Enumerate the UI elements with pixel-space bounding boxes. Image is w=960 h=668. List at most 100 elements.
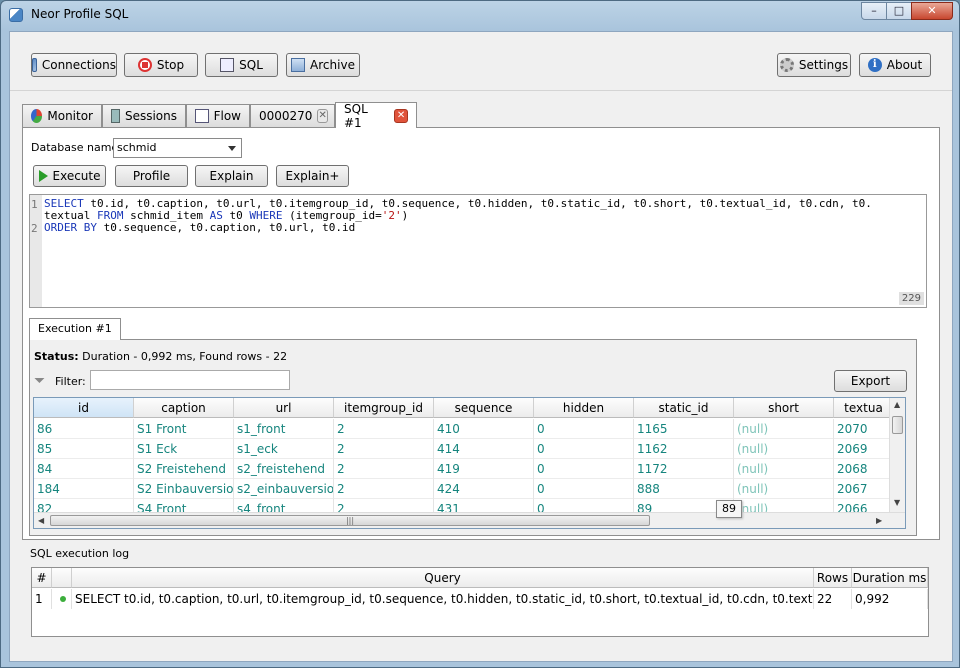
tab-session-0000270[interactable]: 0000270 ✕	[250, 104, 335, 127]
tab-sql-1[interactable]: SQL #1 ✕	[335, 102, 417, 130]
log-column-header[interactable]: #	[32, 568, 52, 588]
grid-cell[interactable]: (null)	[734, 459, 834, 479]
grid-cell[interactable]: 84	[34, 459, 134, 479]
scroll-down-icon[interactable]: ▼	[894, 498, 900, 507]
log-cell[interactable]: 22	[814, 589, 852, 609]
archive-button[interactable]: Archive	[286, 53, 360, 77]
grid-cell[interactable]: 0	[534, 419, 634, 439]
column-header[interactable]: textua	[834, 398, 894, 418]
grid-cell[interactable]: s1_eck	[234, 439, 334, 459]
grid-cell[interactable]: 184	[34, 479, 134, 499]
grid-cell[interactable]: 1172	[634, 459, 734, 479]
tab-flow[interactable]: Flow	[186, 104, 250, 127]
column-header[interactable]: id	[34, 398, 134, 418]
grid-cell[interactable]: 1162	[634, 439, 734, 459]
filter-input[interactable]	[90, 370, 290, 390]
column-header[interactable]: caption	[134, 398, 234, 418]
column-header[interactable]: hidden	[534, 398, 634, 418]
connections-label: Connections	[41, 58, 116, 72]
grid-cell[interactable]: 86	[34, 419, 134, 439]
grid-cell[interactable]: 2	[334, 439, 434, 459]
settings-button[interactable]: Settings	[777, 53, 851, 77]
log-cell[interactable]: 1	[32, 589, 52, 609]
tab-execution-1[interactable]: Execution #1	[29, 318, 121, 340]
sql-code[interactable]: SELECT t0.id, t0.caption, t0.url, t0.ite…	[44, 198, 872, 234]
grid-cell[interactable]: 2	[334, 459, 434, 479]
grid-cell[interactable]: 2	[334, 419, 434, 439]
grid-cell[interactable]: 419	[434, 459, 534, 479]
database-select[interactable]: schmid	[113, 138, 242, 158]
grid-cell[interactable]: s1_front	[234, 419, 334, 439]
tab-monitor[interactable]: Monitor	[22, 104, 102, 127]
profile-button[interactable]: Profile	[115, 165, 188, 187]
grid-cell[interactable]: 0	[534, 479, 634, 499]
column-header[interactable]: static_id	[634, 398, 734, 418]
column-header[interactable]: short	[734, 398, 834, 418]
grid-cell[interactable]: 424	[434, 479, 534, 499]
column-header[interactable]: itemgroup_id	[334, 398, 434, 418]
column-header[interactable]: url	[234, 398, 334, 418]
log-cell[interactable]: 0,992	[852, 589, 928, 609]
export-button[interactable]: Export	[834, 370, 907, 392]
title-bar[interactable]: Neor Profile SQL – □ ✕	[1, 1, 959, 29]
sql-button[interactable]: SQL	[205, 53, 278, 77]
tab-sessions[interactable]: Sessions	[102, 104, 186, 127]
sql-label: SQL	[239, 58, 263, 72]
maximize-button[interactable]: □	[886, 2, 912, 20]
tab-monitor-label: Monitor	[47, 109, 93, 123]
status-line: Status: Duration - 0,992 ms, Found rows …	[34, 350, 287, 363]
grid-cell[interactable]: 414	[434, 439, 534, 459]
close-tab-icon[interactable]: ✕	[317, 109, 328, 123]
gear-icon	[779, 58, 794, 72]
grid-cell[interactable]: 0	[534, 459, 634, 479]
close-window-button[interactable]: ✕	[911, 2, 953, 20]
grid-cell[interactable]: S1 Front	[134, 419, 234, 439]
grid-cell[interactable]: 85	[34, 439, 134, 459]
minimize-button[interactable]: –	[861, 2, 887, 20]
grid-cell[interactable]: 410	[434, 419, 534, 439]
status-dot-icon	[52, 589, 72, 609]
about-button[interactable]: i About	[859, 53, 931, 77]
execute-button[interactable]: Execute	[33, 165, 106, 187]
explain-plus-button[interactable]: Explain+	[276, 165, 349, 187]
log-column-header[interactable]: Query	[72, 568, 814, 588]
stop-button[interactable]: Stop	[124, 53, 198, 77]
vertical-scrollbar[interactable]: ▲ ▼	[889, 398, 905, 512]
horizontal-scrollbar[interactable]: ◀ ||| ▶	[34, 512, 905, 528]
scroll-up-icon[interactable]: ▲	[894, 400, 900, 409]
explain-button[interactable]: Explain	[195, 165, 268, 187]
log-cell[interactable]: SELECT t0.id, t0.caption, t0.url, t0.ite…	[72, 589, 814, 609]
grid-cell[interactable]: (null)	[734, 419, 834, 439]
vertical-scroll-thumb[interactable]	[892, 416, 903, 434]
grid-cell[interactable]: 1165	[634, 419, 734, 439]
grid-cell[interactable]: 0	[534, 439, 634, 459]
sessions-icon	[111, 109, 120, 123]
grid-cell[interactable]: 888	[634, 479, 734, 499]
archive-icon	[291, 58, 306, 72]
horizontal-scroll-thumb[interactable]: |||	[50, 515, 650, 526]
log-column-header[interactable]: Duration ms	[852, 568, 928, 588]
grid-cell[interactable]: 2067	[834, 479, 894, 499]
grid-cell[interactable]: S1 Eck	[134, 439, 234, 459]
scroll-right-icon[interactable]: ▶	[876, 516, 882, 525]
grid-cell[interactable]: S2 Freistehend	[134, 459, 234, 479]
execution-log-table[interactable]: # Query Rows Duration ms 1 SELECT t0.id, t0.…	[31, 567, 929, 637]
results-grid[interactable]: id caption url itemgroup_id sequence hidden st…	[33, 397, 906, 529]
grid-cell[interactable]: (null)	[734, 479, 834, 499]
grid-cell[interactable]: s2_einbauversion	[234, 479, 334, 499]
log-column-header[interactable]: Rows	[814, 568, 852, 588]
grid-cell[interactable]: S2 Einbauversion	[134, 479, 234, 499]
grid-cell[interactable]: 2069	[834, 439, 894, 459]
grid-cell[interactable]: 2070	[834, 419, 894, 439]
grid-cell[interactable]: (null)	[734, 439, 834, 459]
grid-cell[interactable]: 2	[334, 479, 434, 499]
scroll-position-tooltip: 89	[716, 500, 742, 518]
connections-button[interactable]: Connections	[31, 53, 117, 77]
log-column-header[interactable]	[52, 568, 72, 588]
grid-cell[interactable]: s2_freistehend	[234, 459, 334, 479]
close-tab-icon[interactable]: ✕	[394, 108, 408, 123]
scroll-left-icon[interactable]: ◀	[38, 516, 44, 525]
sql-editor[interactable]: 1 2 SELECT t0.id, t0.caption, t0.url, t0…	[29, 194, 927, 308]
column-header[interactable]: sequence	[434, 398, 534, 418]
grid-cell[interactable]: 2068	[834, 459, 894, 479]
